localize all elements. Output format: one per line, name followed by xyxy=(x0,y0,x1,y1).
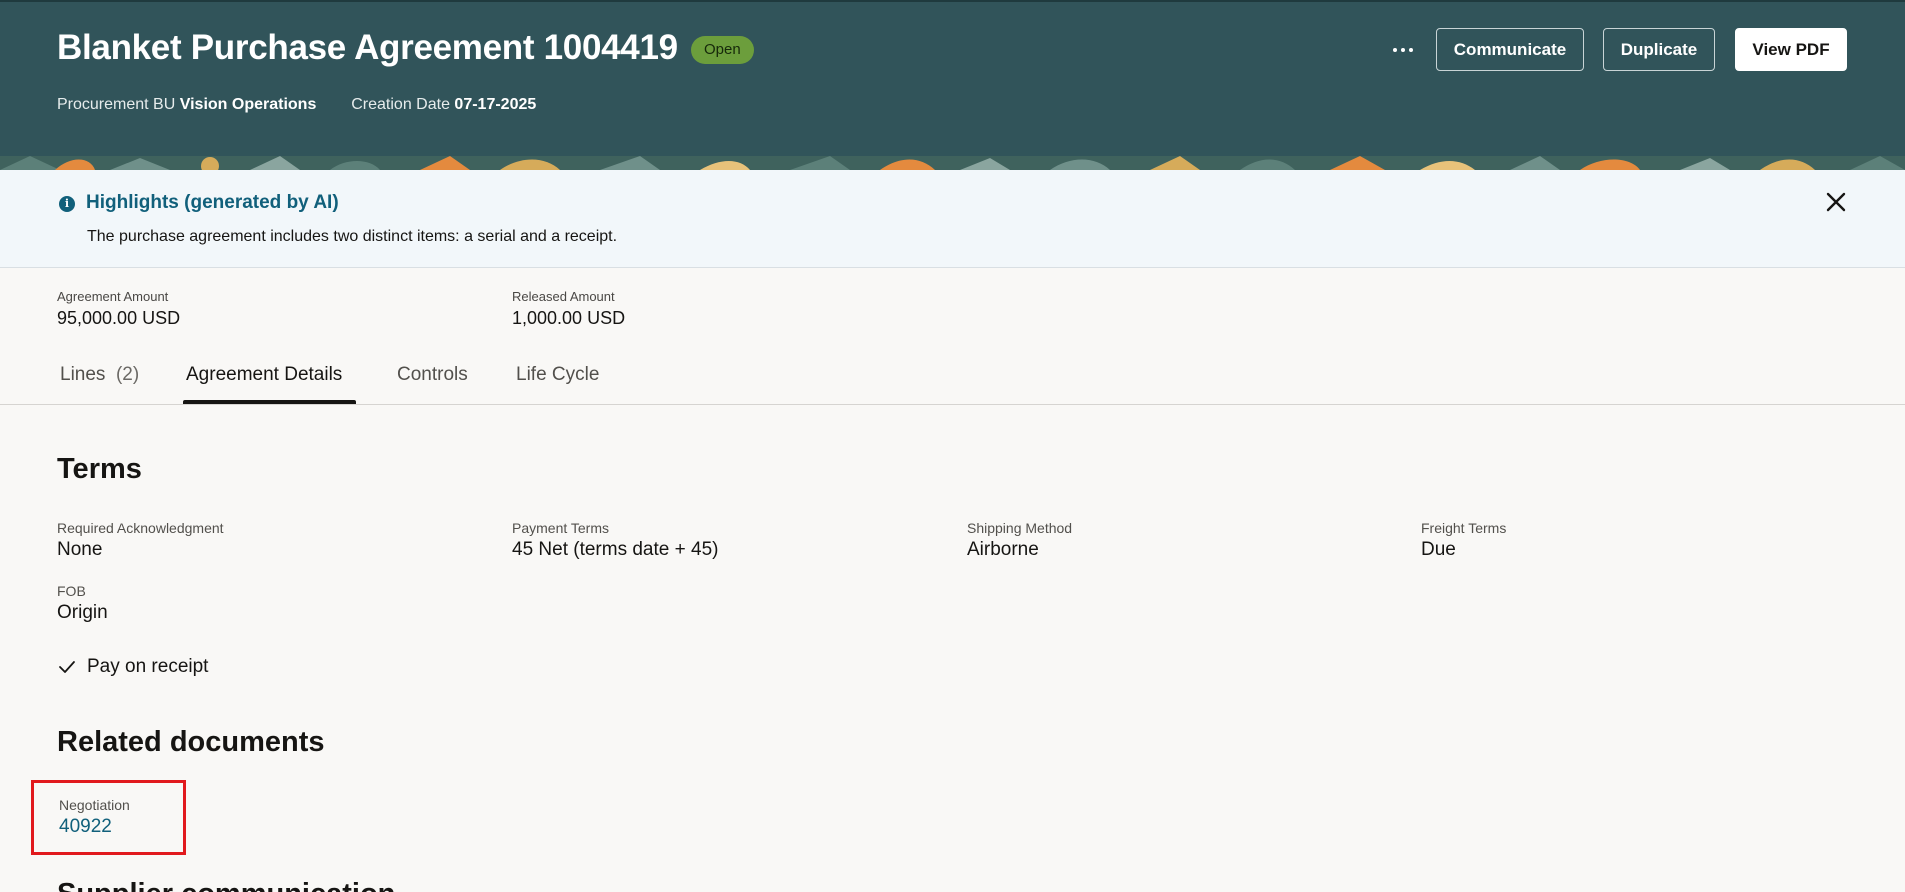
info-icon: i xyxy=(59,196,75,212)
negotiation-label: Negotiation xyxy=(59,797,130,813)
released-amount: Released Amount 1,000.00 USD xyxy=(512,289,625,329)
tab-lines-label: Lines xyxy=(60,364,106,385)
field-label: Shipping Method xyxy=(967,520,1073,536)
creation-date-value: 07-17-2025 xyxy=(454,96,537,113)
decorative-banner-strip xyxy=(0,156,1905,170)
related-documents-title: Related documents xyxy=(57,726,325,758)
field-value: None xyxy=(57,539,103,560)
checkmark-icon xyxy=(59,661,75,673)
banner-pattern-graphic xyxy=(0,156,1905,170)
active-tab-indicator xyxy=(183,400,356,404)
status-badge: Open xyxy=(691,36,754,64)
fob-field: FOB Origin xyxy=(57,583,108,624)
agreement-amount-label: Agreement Amount xyxy=(57,289,169,304)
freight-terms-field: Freight Terms Due xyxy=(1421,520,1506,561)
page-header: Blanket Purchase Agreement 1004419 Open … xyxy=(0,0,1905,156)
field-value: 45 Net (terms date + 45) xyxy=(512,539,719,560)
tab-controls[interactable]: Controls xyxy=(397,364,468,386)
pay-on-receipt-label: Pay on receipt xyxy=(87,656,209,677)
tab-life-cycle[interactable]: Life Cycle xyxy=(516,364,599,386)
duplicate-button[interactable]: Duplicate xyxy=(1603,28,1715,71)
payment-terms-field: Payment Terms 45 Net (terms date + 45) xyxy=(512,520,718,561)
field-value: Airborne xyxy=(967,539,1039,560)
agreement-amount-value: 95,000.00 USD xyxy=(57,308,181,328)
field-value: Due xyxy=(1421,539,1456,560)
procurement-bu-label: Procurement BU xyxy=(57,96,176,113)
released-amount-value: 1,000.00 USD xyxy=(512,308,626,328)
ai-highlights-panel: i Highlights (generated by AI) The purch… xyxy=(0,170,1905,268)
released-amount-label: Released Amount xyxy=(512,289,615,304)
tab-bar: Lines (2) Agreement Details Controls Lif… xyxy=(0,352,1905,405)
creation-date-label: Creation Date xyxy=(351,96,450,113)
agreement-amount: Agreement Amount 95,000.00 USD xyxy=(57,289,180,329)
tab-agreement-details[interactable]: Agreement Details xyxy=(186,364,342,386)
tab-lines[interactable]: Lines (2) xyxy=(60,364,139,386)
field-label: Freight Terms xyxy=(1421,520,1507,536)
header-subline: Procurement BU Vision Operations Creatio… xyxy=(57,96,536,114)
highlights-title: Highlights (generated by AI) xyxy=(86,192,339,213)
more-dots-icon xyxy=(1393,48,1397,52)
negotiation-field: Negotiation 40922 xyxy=(31,780,186,855)
view-pdf-button[interactable]: View PDF xyxy=(1735,28,1847,71)
supplier-communication-title: Supplier communication xyxy=(57,878,395,892)
pay-on-receipt: Pay on receipt xyxy=(57,656,208,678)
field-label: Payment Terms xyxy=(512,520,609,536)
highlights-text: The purchase agreement includes two dist… xyxy=(87,228,618,245)
page-title: Blanket Purchase Agreement 1004419 xyxy=(57,28,678,67)
field-label: FOB xyxy=(57,583,86,599)
required-acknowledgment-field: Required Acknowledgment None xyxy=(57,520,224,561)
terms-title: Terms xyxy=(57,453,142,485)
field-label: Required Acknowledgment xyxy=(57,520,224,536)
field-value: Origin xyxy=(57,602,108,623)
close-icon[interactable] xyxy=(1822,188,1850,216)
shipping-method-field: Shipping Method Airborne xyxy=(967,520,1072,561)
more-actions-button[interactable] xyxy=(1381,32,1425,68)
negotiation-link[interactable]: 40922 xyxy=(59,816,112,838)
communicate-button[interactable]: Communicate xyxy=(1436,28,1584,71)
tab-lines-count: (2) xyxy=(115,364,140,385)
procurement-bu-value: Vision Operations xyxy=(179,96,317,113)
